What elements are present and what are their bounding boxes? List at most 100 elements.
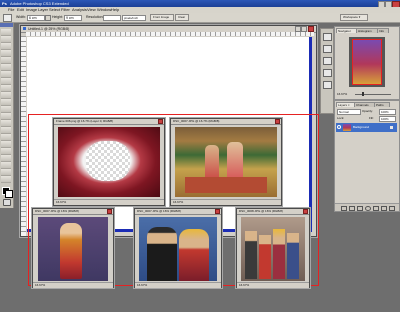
link-layers-icon[interactable] bbox=[341, 206, 347, 211]
doc-close-button[interactable] bbox=[107, 209, 112, 214]
tab-channels[interactable]: Channels bbox=[354, 102, 375, 107]
zoom-tool-icon[interactable] bbox=[1, 176, 11, 183]
move-tool-icon[interactable] bbox=[1, 29, 11, 36]
brush-tool-icon[interactable] bbox=[1, 78, 11, 85]
document-status-bar: 16.67% bbox=[33, 282, 113, 288]
pen-tool-icon[interactable] bbox=[1, 127, 11, 134]
document-title: Untitled-1 @ 25% (RGB/8) bbox=[28, 27, 70, 31]
delete-layer-icon[interactable] bbox=[389, 206, 395, 211]
menu-view[interactable]: View bbox=[87, 7, 96, 12]
navigator-zoom-bar: 16.67% bbox=[335, 91, 399, 97]
doc-close-button[interactable] bbox=[215, 209, 220, 214]
resolution-unit-select[interactable]: pixels/inch bbox=[122, 15, 146, 21]
person-figure bbox=[273, 229, 285, 279]
doc-close-button[interactable] bbox=[158, 119, 163, 124]
quick-mask-icon[interactable] bbox=[3, 199, 11, 206]
mask-icon[interactable] bbox=[357, 206, 363, 211]
swap-icon[interactable] bbox=[45, 15, 51, 21]
document-title: DSC_0008.JPG @ 16% (RGB/8) bbox=[239, 209, 283, 213]
healing-brush-tool-icon[interactable] bbox=[1, 71, 11, 78]
slice-tool-icon[interactable] bbox=[1, 64, 11, 71]
navigator-panel: Navigator Histogram Info 16.67% bbox=[334, 26, 400, 100]
blend-mode-select[interactable]: Normal bbox=[337, 109, 361, 115]
eye-icon[interactable] bbox=[337, 125, 341, 129]
notes-tool-icon[interactable] bbox=[1, 155, 11, 162]
actions-icon[interactable] bbox=[323, 45, 332, 53]
background-color-swatch[interactable] bbox=[5, 190, 13, 198]
adjustment-layer-icon[interactable] bbox=[365, 206, 371, 211]
menu-image[interactable]: Image bbox=[26, 7, 37, 12]
layer-comps-icon[interactable] bbox=[323, 81, 332, 89]
front-image-button[interactable]: Front Image bbox=[150, 14, 174, 21]
document-title: DSC_0007.JPG @ 16.7% (RGB/8) bbox=[173, 119, 220, 123]
hand-tool-icon[interactable] bbox=[1, 169, 11, 176]
magic-wand-tool-icon[interactable] bbox=[1, 50, 11, 57]
menu-analysis[interactable]: Analysis bbox=[72, 7, 87, 12]
width-field[interactable]: 6 cm bbox=[27, 15, 45, 21]
eyedropper-tool-icon[interactable] bbox=[1, 162, 11, 169]
resolution-unit: pixels/inch bbox=[124, 16, 139, 20]
marquee-tool-icon[interactable] bbox=[1, 36, 11, 43]
crop-tool-icon[interactable] bbox=[1, 57, 11, 64]
workspace-button[interactable]: Workspace ▾ bbox=[340, 14, 368, 21]
layers-panel: Layers × Channels Paths Normal Opacity: … bbox=[334, 100, 400, 212]
document-title-bar: DSC_0007.JPG @ 16.7% (RGB/8) bbox=[171, 119, 281, 125]
brushes-icon[interactable] bbox=[323, 57, 332, 65]
document-window-dsc-a[interactable]: DSC_0007.JPG @ 16.7% (RGB/8) 16.67% bbox=[170, 118, 282, 206]
person-figure bbox=[259, 235, 271, 279]
tab-layers[interactable]: Layers × bbox=[336, 102, 355, 107]
tool-presets-icon[interactable] bbox=[323, 69, 332, 77]
menu-file[interactable]: File bbox=[8, 7, 14, 12]
tools-panel-header bbox=[0, 23, 13, 27]
layer-row[interactable]: Background bbox=[336, 123, 397, 132]
doc-close-button[interactable] bbox=[303, 209, 308, 214]
height-field[interactable]: 9 cm bbox=[64, 15, 82, 21]
document-status-bar: 16.67% bbox=[237, 282, 309, 288]
menu-window[interactable]: Window bbox=[97, 7, 111, 12]
tab-info[interactable]: Info bbox=[377, 28, 389, 33]
history-icon[interactable] bbox=[323, 33, 332, 41]
crop-tool-icon[interactable] bbox=[3, 14, 12, 22]
groom-figure bbox=[147, 227, 177, 281]
eraser-tool-icon[interactable] bbox=[1, 99, 11, 106]
blur-tool-icon[interactable] bbox=[1, 113, 11, 120]
path-selection-tool-icon[interactable] bbox=[1, 141, 11, 148]
document-window-dsc-c[interactable]: DSC_0007.JPG @ 16% (RGB/8) 16.67% bbox=[134, 208, 222, 288]
menu-edit[interactable]: Edit bbox=[17, 7, 24, 12]
zoom-slider[interactable] bbox=[355, 94, 391, 95]
navigator-preview[interactable] bbox=[349, 37, 385, 87]
type-tool-icon[interactable] bbox=[1, 134, 11, 141]
opacity-field[interactable]: 100% bbox=[379, 109, 396, 115]
fill-field[interactable]: 100% bbox=[379, 116, 396, 122]
doc-close-button[interactable] bbox=[275, 119, 280, 124]
app-logo-icon: Ps bbox=[2, 1, 7, 6]
tab-navigator[interactable]: Navigator bbox=[336, 28, 357, 33]
shape-tool-icon[interactable] bbox=[1, 148, 11, 155]
lock-label: Lock: bbox=[337, 116, 345, 120]
document-title: Frame 006.png @ 16.7% (Layer 0, RGB/8) bbox=[56, 119, 114, 123]
layers-footer bbox=[335, 203, 399, 211]
menu-help[interactable]: Help bbox=[111, 7, 119, 12]
zoom-slider-handle[interactable] bbox=[362, 92, 364, 96]
history-brush-tool-icon[interactable] bbox=[1, 92, 11, 99]
lasso-tool-icon[interactable] bbox=[1, 43, 11, 50]
new-group-icon[interactable] bbox=[373, 206, 379, 211]
clone-stamp-tool-icon[interactable] bbox=[1, 85, 11, 92]
document-window-dsc-d[interactable]: DSC_0008.JPG @ 16% (RGB/8) 16.67% bbox=[236, 208, 310, 288]
menu-select[interactable]: Select bbox=[49, 7, 60, 12]
new-layer-icon[interactable] bbox=[381, 206, 387, 211]
opacity-label: Opacity: bbox=[362, 109, 374, 113]
tools-panel bbox=[0, 23, 14, 208]
document-window-dsc-b[interactable]: DSC_0007.JPG @ 16% (RGB/8) 16.67% bbox=[32, 208, 114, 288]
gradient-tool-icon[interactable] bbox=[1, 106, 11, 113]
dodge-tool-icon[interactable] bbox=[1, 120, 11, 127]
menu-layer[interactable]: Layer bbox=[38, 7, 48, 12]
clear-button[interactable]: Clear bbox=[175, 14, 189, 21]
tab-paths[interactable]: Paths bbox=[374, 102, 390, 107]
layer-style-icon[interactable] bbox=[349, 206, 355, 211]
tab-histogram[interactable]: Histogram bbox=[356, 28, 378, 33]
document-window-frame[interactable]: Frame 006.png @ 16.7% (Layer 0, RGB/8) 1… bbox=[53, 118, 165, 206]
menu-filter[interactable]: Filter bbox=[61, 7, 70, 12]
document-status-bar: 16.67% bbox=[54, 199, 164, 205]
resolution-field[interactable] bbox=[103, 15, 121, 21]
